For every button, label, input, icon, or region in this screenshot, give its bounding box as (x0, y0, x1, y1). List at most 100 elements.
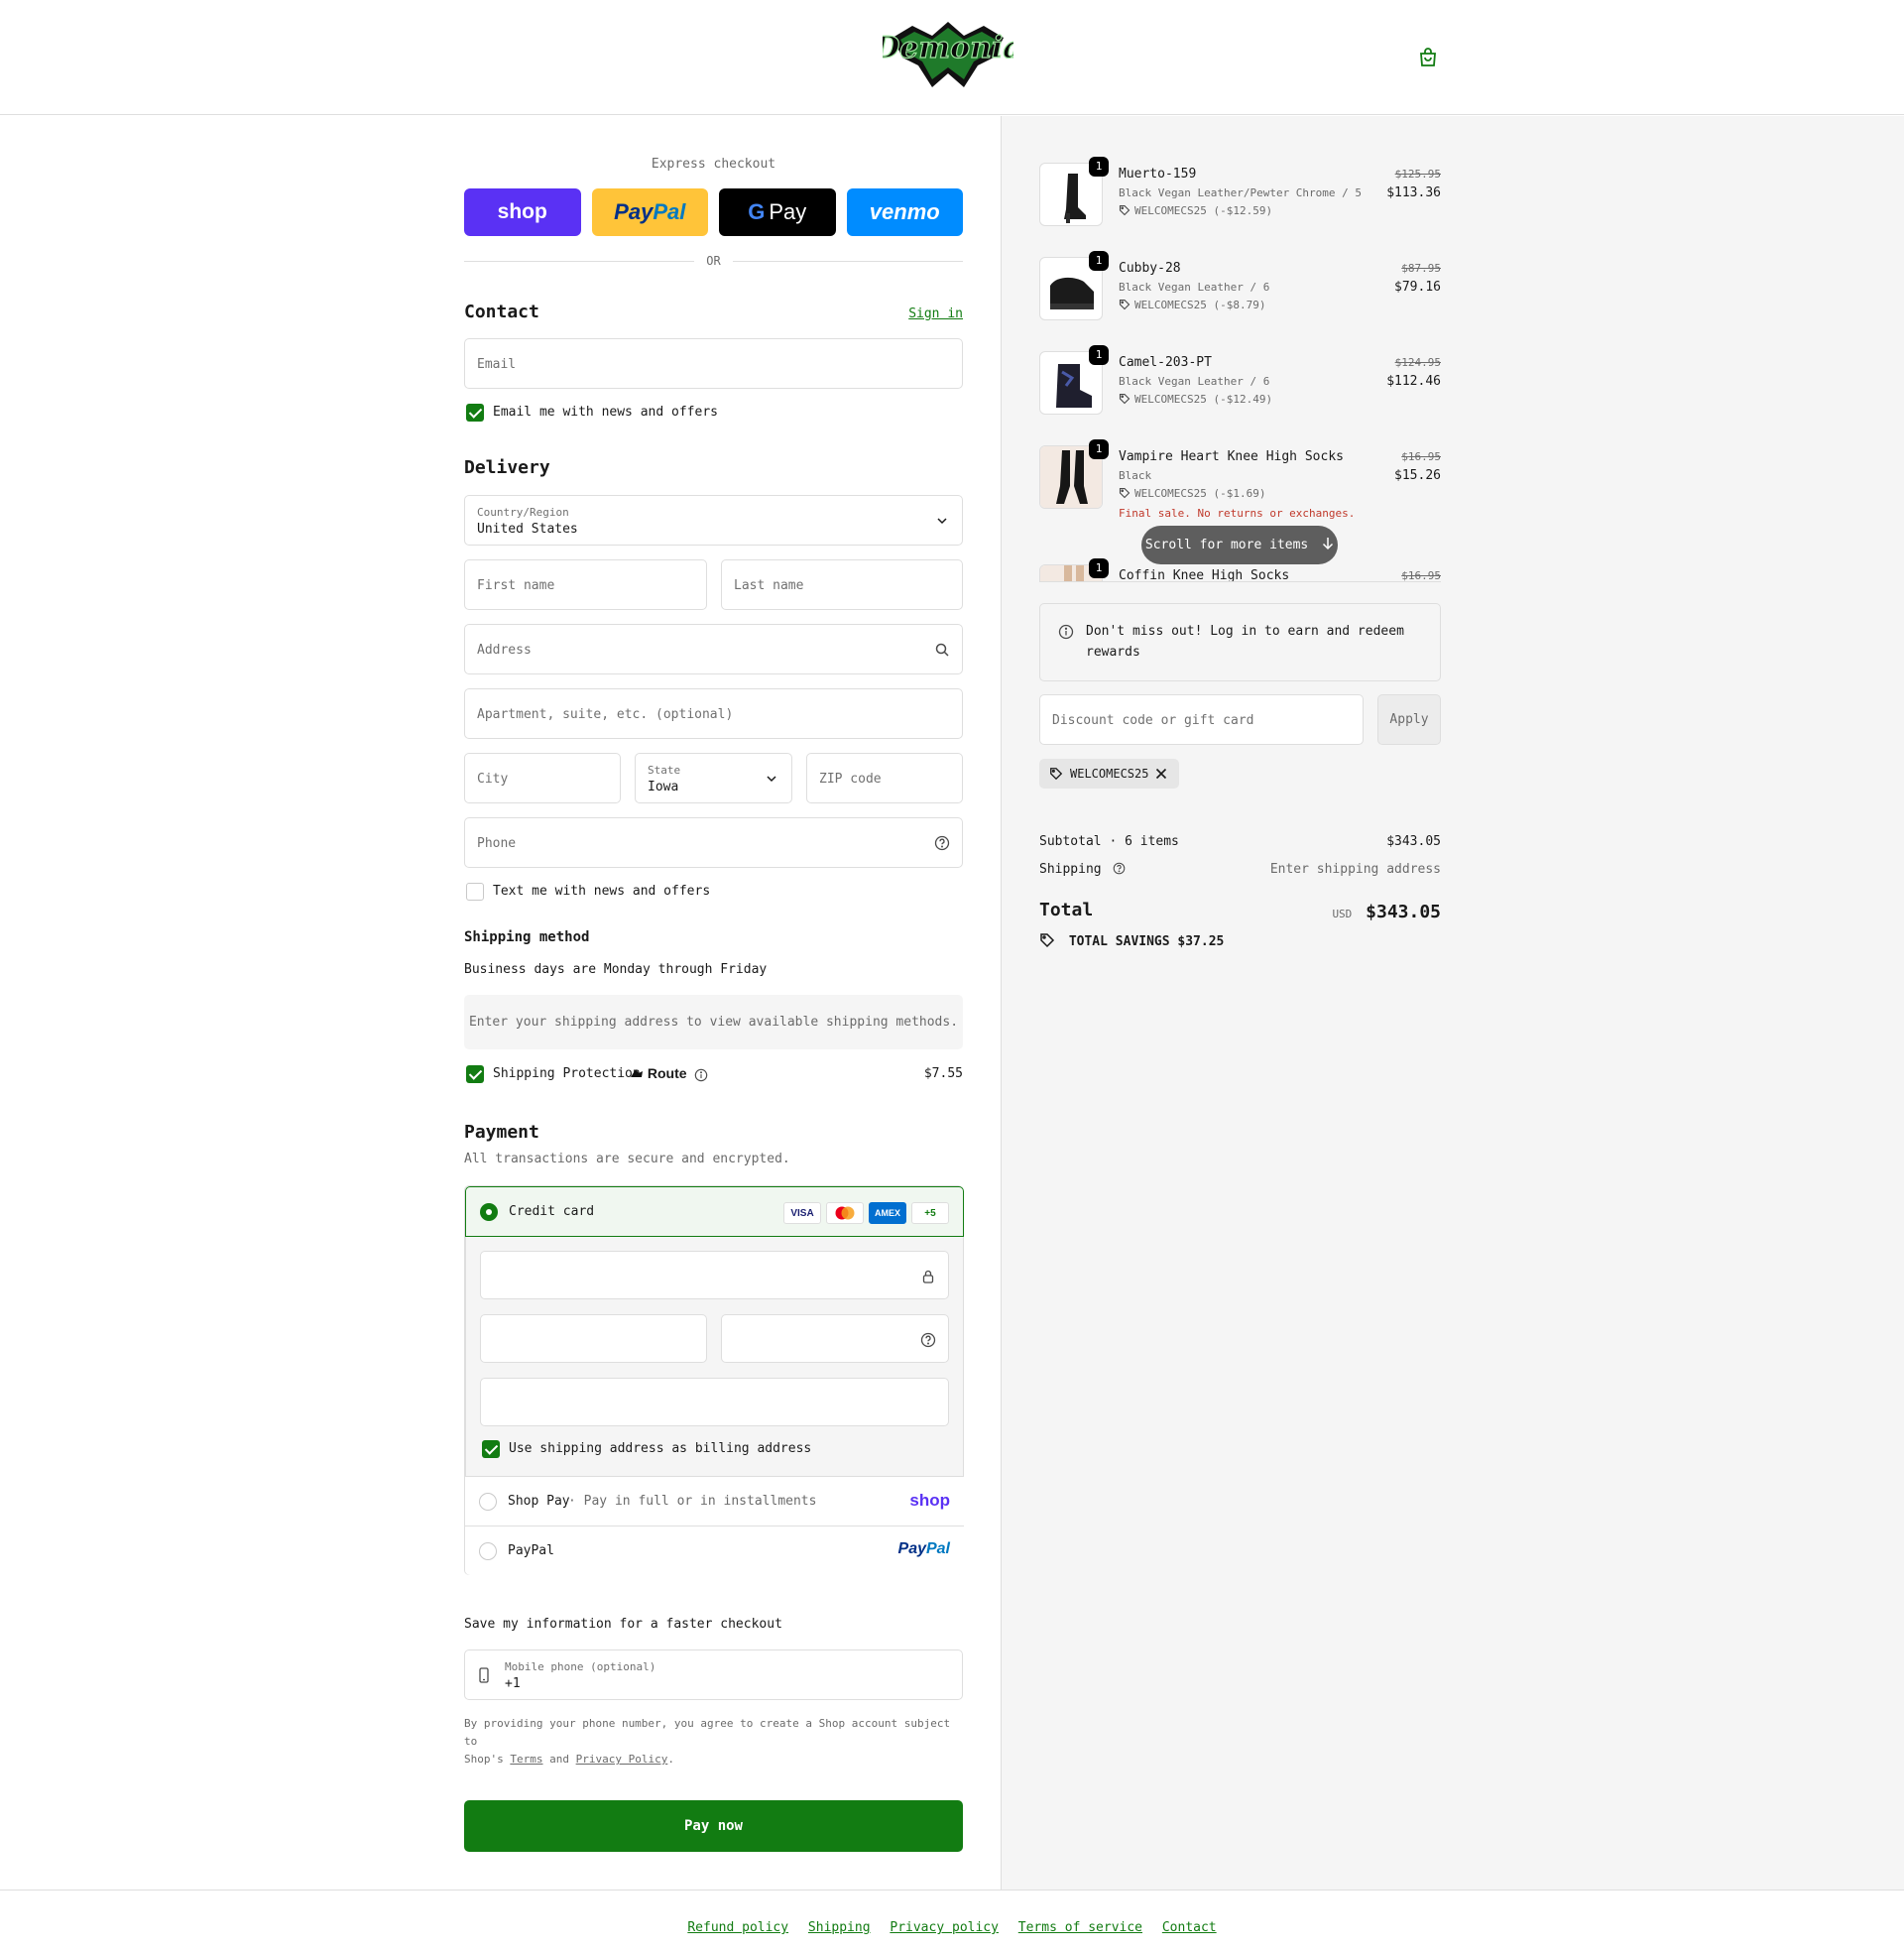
item-variant: Black Vegan Leather / 6 (1119, 375, 1270, 388)
contact-title: Contact (464, 302, 539, 322)
footer-links: Refund policy Shipping Privacy policy Te… (0, 1920, 1904, 1935)
item-original-price: $125.95 (1394, 168, 1441, 181)
item-name: Cubby-28 (1119, 261, 1181, 276)
shop-pay-logo: shop (497, 200, 547, 223)
paypal-button[interactable]: PayPal (591, 188, 708, 236)
shop-pay-radio[interactable] (479, 1493, 497, 1511)
item-original-price: $124.95 (1394, 356, 1441, 369)
tag-icon (1119, 299, 1130, 310)
help-circle-icon[interactable] (1113, 862, 1126, 875)
help-circle-icon[interactable] (920, 1332, 936, 1348)
expiry-field[interactable] (480, 1314, 707, 1363)
last-name-field[interactable]: Last name (721, 559, 963, 610)
item-variant: Black Vegan Leather/Pewter Chrome / 5 (1119, 186, 1363, 199)
email-field[interactable]: Email (464, 338, 963, 389)
more-cards-badge: +5 (911, 1202, 949, 1224)
tag-icon (1119, 393, 1130, 405)
info-icon[interactable] (694, 1068, 708, 1082)
country-select[interactable]: Country/Region United States (464, 495, 963, 546)
or-divider: OR (464, 254, 963, 268)
refund-policy-link[interactable]: Refund policy (687, 1920, 788, 1935)
total-value: $343.05 (1366, 902, 1441, 922)
subtotal-value: $343.05 (1386, 834, 1441, 849)
credit-card-option[interactable]: Credit card VISA AMEX +5 (465, 1186, 964, 1237)
tag-icon (1119, 204, 1130, 216)
shop-legal-text: By providing your phone number, you agre… (464, 1717, 951, 1766)
security-code-field[interactable] (721, 1314, 949, 1363)
route-logo: Route (630, 1065, 687, 1081)
email-news-checkbox[interactable] (466, 404, 484, 422)
total-row: Total USD $343.05 (1039, 900, 1441, 925)
address-field[interactable]: Address (464, 624, 963, 674)
venmo-button[interactable]: venmo (846, 188, 963, 236)
privacy-policy-link[interactable]: Privacy Policy (576, 1753, 668, 1766)
quantity-badge: 1 (1089, 439, 1109, 459)
mobile-phone-field[interactable]: Mobile phone (optional) +1 (464, 1649, 963, 1700)
paypal-option[interactable]: PayPal PayPal (465, 1526, 964, 1575)
shipping-method-title: Shipping method (464, 929, 590, 945)
help-circle-icon[interactable] (934, 835, 950, 851)
demonia-logo[interactable]: Demonia (873, 18, 1022, 95)
shipping-link[interactable]: Shipping (808, 1920, 871, 1935)
zip-field[interactable]: ZIP code (806, 753, 963, 803)
tag-icon (1040, 933, 1055, 948)
terms-link[interactable]: Terms (510, 1753, 542, 1766)
close-icon[interactable] (1155, 768, 1167, 780)
item-discount: WELCOMECS25 (-$1.69) (1119, 487, 1265, 500)
shipping-protection-label: Shipping Protection (493, 1066, 641, 1081)
city-field[interactable]: City (464, 753, 621, 803)
card-number-field[interactable] (480, 1251, 949, 1299)
privacy-policy-link[interactable]: Privacy policy (890, 1920, 999, 1935)
shop-pay-button[interactable]: shop (464, 188, 581, 236)
express-checkout-title: Express checkout (651, 157, 776, 172)
google-pay-button[interactable]: G Pay (719, 188, 836, 236)
sign-in-link[interactable]: Sign in (908, 306, 963, 321)
billing-same-checkbox[interactable] (482, 1440, 500, 1458)
credit-card-radio[interactable] (480, 1203, 498, 1221)
shipping-method-subtitle: Business days are Monday through Friday (464, 962, 768, 977)
currency-code: USD (1332, 908, 1353, 920)
paypal-radio[interactable] (479, 1542, 497, 1560)
item-discount: WELCOMECS25 (-$12.49) (1119, 393, 1272, 406)
text-news-checkbox[interactable] (466, 883, 484, 901)
scroll-more-items-button[interactable]: Scroll for more items (1141, 526, 1338, 564)
list-item: 1 Muerto-159 Black Vegan Leather/Pewter … (1039, 157, 1441, 242)
pay-now-button[interactable]: Pay now (464, 1800, 963, 1852)
rewards-text-line2: rewards (1086, 645, 1140, 660)
item-original-price: $87.95 (1401, 262, 1441, 275)
item-discount: WELCOMECS25 (-$8.79) (1119, 299, 1265, 311)
name-on-card-field[interactable] (480, 1378, 949, 1426)
shipping-protection-checkbox[interactable] (466, 1065, 484, 1083)
footer: Refund policy Shipping Privacy policy Te… (0, 1890, 1904, 1953)
venmo-logo: venmo (869, 199, 940, 224)
cart-bag-icon[interactable] (1416, 46, 1440, 69)
item-variant: Black Vegan Leather / 6 (1119, 281, 1270, 294)
svg-text:Demonia: Demonia (883, 31, 1013, 65)
item-discount: WELCOMECS25 (-$12.59) (1119, 204, 1272, 217)
order-items-list[interactable]: 1 Muerto-159 Black Vegan Leather/Pewter … (1039, 116, 1441, 582)
terms-of-service-link[interactable]: Terms of service (1018, 1920, 1142, 1935)
item-name: Vampire Heart Knee High Socks (1119, 449, 1344, 464)
shop-pay-label: Shop Pay (508, 1494, 570, 1509)
shipping-method-notice: Enter your shipping address to view avai… (464, 995, 963, 1049)
shop-pay-logo: shop (909, 1491, 950, 1510)
discount-code-field[interactable]: Discount code or gift card (1039, 694, 1364, 745)
shipping-protection-price: $7.55 (923, 1066, 963, 1081)
google-pay-label: Pay (769, 199, 807, 224)
list-item: 1 Camel-203-PT Black Vegan Leather / 6 W… (1039, 345, 1441, 430)
list-item: 1 Vampire Heart Knee High Socks Black WE… (1039, 439, 1441, 525)
first-name-field[interactable]: First name (464, 559, 707, 610)
subtotal-row: Subtotal · 6 items $343.05 (1039, 834, 1441, 849)
shop-pay-option[interactable]: Shop Pay · Pay in full or in installment… (465, 1476, 964, 1526)
apartment-field[interactable]: Apartment, suite, etc. (optional) (464, 688, 963, 739)
apply-discount-button[interactable]: Apply (1377, 694, 1441, 745)
payment-title: Payment (464, 1122, 539, 1143)
contact-link[interactable]: Contact (1162, 1920, 1217, 1935)
subtotal-label: Subtotal · 6 items (1039, 834, 1179, 849)
phone-field[interactable]: Phone (464, 817, 963, 868)
credit-card-form: Use shipping address as billing address (465, 1237, 964, 1476)
state-select[interactable]: State Iowa (635, 753, 792, 803)
applied-code: WELCOMECS25 (1070, 767, 1149, 781)
list-item: 1 Coffin Knee High Socks $16.95 (1039, 558, 1441, 581)
quantity-badge: 1 (1089, 345, 1109, 365)
